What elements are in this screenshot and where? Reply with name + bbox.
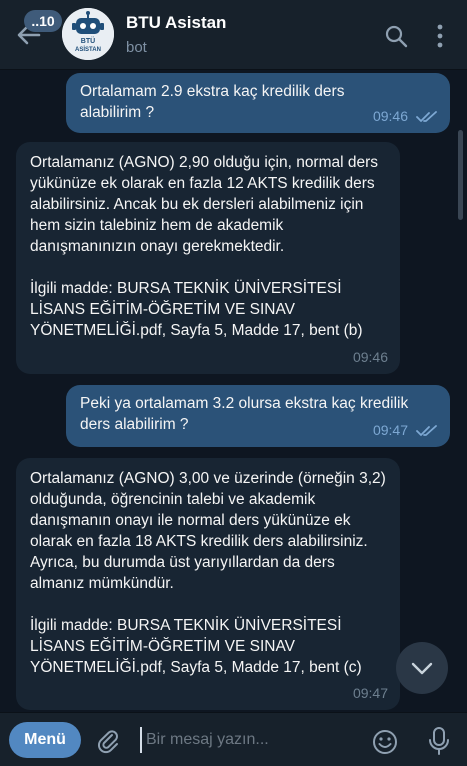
message-meta: 09:46 <box>353 347 388 368</box>
avatar[interactable]: BTÜ ASİSTAN <box>62 8 114 60</box>
avatar-logo-text: ASİSTAN <box>75 46 101 53</box>
outgoing-message[interactable]: Peki ya ortalamam 3.2 olursa ekstra kaç … <box>66 385 450 447</box>
message-meta: 09:46 <box>373 106 438 127</box>
unread-count-badge: ..10 <box>24 10 62 32</box>
composer-bar: Menü <box>0 712 467 766</box>
paperclip-icon[interactable] <box>95 728 121 754</box>
message-text: Ortalamanız (AGNO) 2,90 olduğu için, nor… <box>30 154 379 339</box>
robot-logo-icon: BTÜ ASİSTAN <box>62 8 114 60</box>
double-check-icon <box>416 424 437 436</box>
message-meta: 09:47 <box>353 683 388 704</box>
outgoing-message[interactable]: Ortalamam 2.9 ekstra kaç kredilik ders a… <box>66 73 450 133</box>
message-meta: 09:47 <box>373 420 438 441</box>
vertical-dots-icon[interactable] <box>430 22 450 50</box>
double-check-icon <box>416 110 437 122</box>
message-time: 09:46 <box>372 108 408 124</box>
message-input[interactable] <box>140 727 350 753</box>
message-time: 09:46 <box>352 349 388 365</box>
smiley-icon[interactable] <box>371 728 399 756</box>
message-time: 09:47 <box>372 422 408 438</box>
scroll-down-button[interactable] <box>396 642 448 694</box>
chat-header: ..10 BTÜ ASİSTAN BTU Asistan bot <box>0 0 467 70</box>
chat-subtitle: bot <box>126 39 147 56</box>
scrollbar[interactable] <box>458 130 463 220</box>
incoming-message[interactable]: Ortalamanız (AGNO) 3,00 ve üzerinde (örn… <box>16 458 400 710</box>
message-time: 09:47 <box>352 685 388 701</box>
chevron-down-icon <box>411 662 433 675</box>
message-text: Ortalamam 2.9 ekstra kaç kredilik ders a… <box>80 83 345 121</box>
microphone-icon[interactable] <box>428 726 450 756</box>
message-text: Ortalamanız (AGNO) 3,00 ve üzerinde (örn… <box>30 470 386 676</box>
avatar-logo-text: BTÜ <box>81 36 95 45</box>
menu-button[interactable]: Menü <box>9 722 81 758</box>
search-icon[interactable] <box>384 24 408 48</box>
incoming-message[interactable]: Ortalamanız (AGNO) 2,90 olduğu için, nor… <box>16 142 400 374</box>
message-list[interactable]: Ortalamam 2.9 ekstra kaç kredilik ders a… <box>0 71 467 712</box>
chat-title[interactable]: BTU Asistan <box>126 13 226 33</box>
